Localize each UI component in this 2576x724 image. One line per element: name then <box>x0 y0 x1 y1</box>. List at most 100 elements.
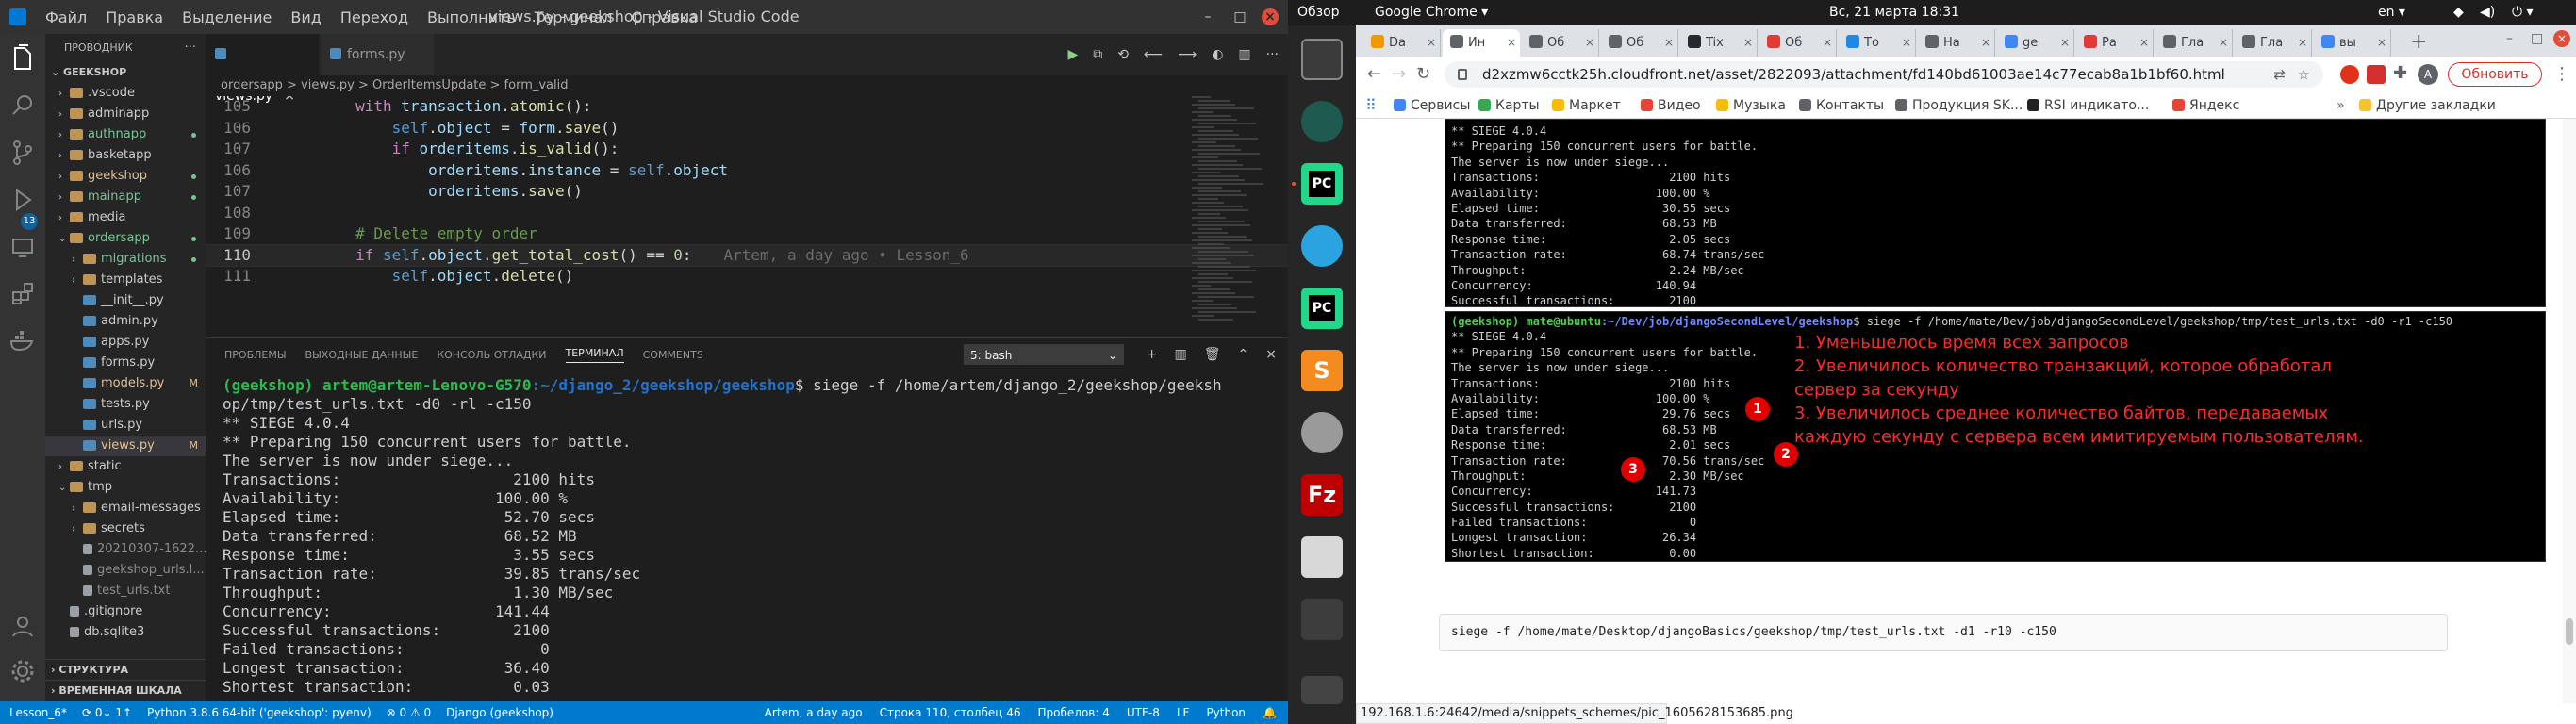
more-actions-icon[interactable]: ··· <box>1266 47 1279 62</box>
code-editor[interactable]: 105 with transaction.atomic(): 106 self.o… <box>206 96 1288 337</box>
bookmark-item[interactable]: RSI индикато... <box>2027 92 2149 119</box>
tree-item-py[interactable]: models.py M <box>45 373 206 394</box>
explorer-root[interactable]: ⌄ GEEKSHOP <box>45 62 206 83</box>
tree-item-folder[interactable]: › secrets <box>45 518 206 539</box>
other-bookmarks[interactable]: Другие закладки <box>2359 92 2496 119</box>
browser-tab[interactable]: Об × <box>1601 29 1678 57</box>
chrome-app-icon[interactable] <box>1301 599 1343 640</box>
tree-item-folder[interactable]: › email-messages <box>45 498 206 518</box>
status-item[interactable]: LF <box>1177 701 1190 724</box>
new-terminal-icon[interactable]: + <box>1147 347 1158 362</box>
menu-item[interactable]: Выделение <box>182 8 272 26</box>
bookmark-item[interactable]: Карты <box>1478 92 1540 119</box>
status-item[interactable]: Django (geekshop) <box>446 701 553 724</box>
status-item[interactable]: Artem, a day ago <box>765 701 863 724</box>
status-item[interactable]: Python <box>1206 701 1246 724</box>
tree-item-folder[interactable]: › .vscode <box>45 83 206 104</box>
panel-tab[interactable]: COMMENTS <box>643 349 703 361</box>
bookmark-item[interactable]: Видео <box>1641 92 1701 119</box>
tree-item-folder[interactable]: › mainapp <box>45 187 206 207</box>
maximize-button[interactable]: □ <box>1231 8 1248 25</box>
menu-item[interactable]: Вид <box>290 8 321 26</box>
menu-item[interactable]: Файл <box>45 8 87 26</box>
show-apps-icon[interactable] <box>1301 676 1343 704</box>
bookmarks-overflow-icon[interactable]: » <box>2337 92 2345 119</box>
window-maximize-button[interactable]: □ <box>2531 31 2543 46</box>
explorer-icon[interactable] <box>8 43 38 74</box>
browser-tab[interactable]: Гла × <box>2235 29 2312 57</box>
go-forward-icon[interactable]: ⟶ <box>1178 47 1197 62</box>
tree-item-py[interactable]: __init__.py <box>45 290 206 311</box>
activities-button[interactable]: Обзор <box>1297 0 1340 25</box>
tab-close-icon[interactable]: × <box>2219 29 2228 57</box>
status-item[interactable]: Пробелов: 4 <box>1038 701 1110 724</box>
run-debug-icon[interactable] <box>8 185 38 215</box>
tab-close-icon[interactable]: × <box>2139 29 2149 57</box>
go-back-icon[interactable]: ⟵ <box>1144 47 1163 62</box>
code-line[interactable]: 107 orderitems.save() <box>206 181 1288 203</box>
tree-item-py[interactable]: urls.py <box>45 415 206 436</box>
bookmark-star-icon[interactable]: ☆ <box>2298 61 2310 88</box>
tree-item-file[interactable]: db.sqlite3 <box>45 622 206 643</box>
volume-icon[interactable]: ◀) <box>2480 0 2495 25</box>
tab-close-icon[interactable]: × <box>1507 29 1516 57</box>
tab-close-icon[interactable]: × <box>1743 29 1753 57</box>
notification-bell-icon[interactable]: 🔔 <box>1263 701 1277 724</box>
pycharm-pro-app-icon[interactable]: PC <box>1301 288 1343 329</box>
tree-item-folder[interactable]: › static <box>45 456 206 477</box>
browser-tab[interactable]: То × <box>1839 29 1916 57</box>
browser-tab[interactable]: Da × <box>1363 29 1441 57</box>
browser-tab[interactable]: На × <box>1918 29 1995 57</box>
tab-close-icon[interactable]: × <box>1585 29 1594 57</box>
tab-close-icon[interactable]: × <box>2060 29 2070 57</box>
split-editor-icon[interactable]: ▥ <box>1238 47 1250 62</box>
tree-item-py[interactable]: apps.py <box>45 332 206 353</box>
browser-tab[interactable]: Об × <box>1759 29 1837 57</box>
gitkraken-app-icon[interactable] <box>1301 101 1343 142</box>
screenshot-app-icon[interactable] <box>1301 536 1343 578</box>
panel-tab[interactable]: ТЕРМИНАЛ <box>565 347 624 363</box>
menu-item[interactable]: Выполнить <box>427 8 516 26</box>
tree-item-folder[interactable]: › templates <box>45 270 206 290</box>
tree-item-file[interactable]: 20210307-1622... <box>45 539 206 560</box>
page-scrollbar[interactable] <box>2563 119 2576 703</box>
menu-item[interactable]: Терминал <box>535 8 613 26</box>
toggle-blame-icon[interactable]: ◐ <box>1212 47 1223 62</box>
code-line[interactable]: 105 with transaction.atomic(): <box>206 96 1288 118</box>
browser-tab[interactable]: Ра × <box>2076 29 2154 57</box>
status-item[interactable]: Lesson_6* <box>9 701 67 724</box>
trash-icon[interactable]: 🗑 <box>1204 347 1221 362</box>
lock-icon[interactable] <box>1458 69 1467 80</box>
scrollbar-thumb[interactable] <box>2566 618 2573 645</box>
git-history-icon[interactable]: ⟲ <box>1117 47 1129 62</box>
extensions-puzzle-icon[interactable]: ✚ <box>2393 63 2407 83</box>
close-button[interactable]: × <box>1262 8 1279 25</box>
bookmark-item[interactable]: Маркет <box>1552 92 1621 119</box>
compare-icon[interactable]: ⧉ <box>1093 47 1102 62</box>
tree-item-folder[interactable]: ⌄ tmp <box>45 477 206 498</box>
source-control-icon[interactable] <box>8 138 38 168</box>
tree-item-folder[interactable]: › basketapp <box>45 145 206 166</box>
panel-tab[interactable]: ВЫХОДНЫЕ ДАННЫЕ <box>305 349 419 361</box>
tab-close-icon[interactable]: × <box>1664 29 1674 57</box>
tree-item-folder[interactable]: › adminapp <box>45 104 206 124</box>
tree-item-file[interactable]: test_urls.txt <box>45 581 206 601</box>
bookmark-item[interactable]: Контакты <box>1799 92 1884 119</box>
apps-grid-icon[interactable]: ⠿ <box>1365 92 1377 119</box>
browser-tab[interactable]: вы × <box>2314 29 2391 57</box>
tree-item-file[interactable]: .gitignore <box>45 601 206 622</box>
status-item[interactable]: Python 3.8.6 64-bit ('geekshop': pyenv) <box>147 701 372 724</box>
telegram-app-icon[interactable] <box>1301 225 1343 267</box>
clock[interactable]: Вс, 21 марта 18:31 <box>1829 0 1959 25</box>
code-line[interactable]: 108 <box>206 203 1288 224</box>
close-panel-icon[interactable]: × <box>1265 347 1277 362</box>
tab-close-icon[interactable]: × <box>1823 29 1832 57</box>
panel-tab[interactable]: КОНСОЛЬ ОТЛАДКИ <box>437 349 546 361</box>
update-button[interactable]: Обновить <box>2448 62 2542 87</box>
breadcrumb[interactable]: ordersapp > views.py > OrderItemsUpdate … <box>206 75 1288 96</box>
code-line[interactable]: 109 # Delete empty order <box>206 223 1288 245</box>
settings-app-icon[interactable] <box>1301 412 1343 453</box>
tree-item-folder[interactable]: › geekshop <box>45 166 206 187</box>
new-tab-button[interactable]: + <box>2410 29 2427 56</box>
minimap[interactable] <box>1192 96 1277 337</box>
